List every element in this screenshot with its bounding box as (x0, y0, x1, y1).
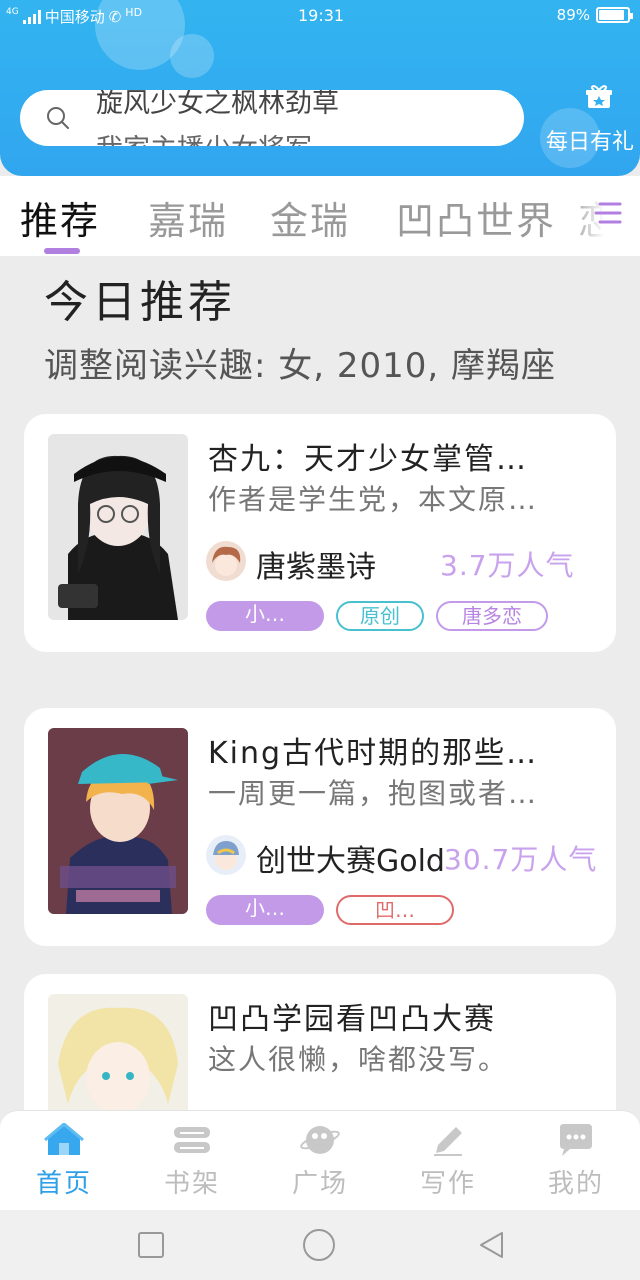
tag[interactable]: 凹… (336, 895, 454, 925)
book-title[interactable]: 凹凸学园看凹凸大赛 (208, 994, 600, 1038)
book-desc: 作者是学生党，本文原… (208, 483, 539, 516)
tab-recommend[interactable]: 推荐 (20, 190, 100, 245)
search-icon (47, 107, 69, 129)
nav-mine[interactable]: 我的 (512, 1111, 640, 1211)
nav-label: 书架 (163, 1169, 220, 1199)
tag[interactable]: 原创 (336, 601, 424, 631)
daily-gift-button[interactable]: 每日有礼 (546, 84, 640, 155)
book-cover (48, 434, 188, 620)
search-hint-next: 我家主播少女将军 (96, 136, 312, 146)
nav-label: 我的 (547, 1169, 604, 1199)
chat-bubble-icon (560, 1124, 592, 1156)
signal-icon (22, 9, 41, 24)
bottom-navigation: 首页 书架 广场 写作 我的 (0, 1110, 640, 1210)
battery-percent: 89% (556, 6, 590, 24)
active-tab-indicator (44, 248, 80, 254)
recent-apps-icon[interactable] (136, 1230, 166, 1260)
book-card[interactable]: 杏九：天才少女掌管… 作者是学生党，本文原… 唐紫墨诗 3.7万人气 小… 原创… (24, 414, 616, 652)
tab-menu-button[interactable] (580, 194, 640, 244)
menu-icon (594, 202, 622, 224)
search-bar[interactable]: 旋风少女之枫林劲草 我家主播少女将军 (20, 90, 524, 146)
book-title[interactable]: 杏九：天才少女掌管… (208, 434, 600, 478)
author-avatar[interactable] (206, 541, 246, 581)
battery-icon (596, 7, 633, 23)
tab-jinrui[interactable]: 金瑞 (270, 190, 350, 245)
section-title: 今日推荐 (44, 277, 236, 328)
call-icon: ✆ (108, 7, 122, 26)
reading-interest-link[interactable]: 调整阅读兴趣: 女, 2010, 摩羯座 (44, 338, 556, 387)
bookshelf-icon (174, 1127, 210, 1153)
book-cover (48, 728, 188, 914)
category-tabs: 推荐 嘉瑞 金瑞 凹凸世界 恋 (0, 176, 640, 256)
author-name[interactable]: 唐紫墨诗 (256, 542, 376, 586)
nav-home[interactable]: 首页 (0, 1111, 128, 1211)
network-type: 4G (6, 6, 19, 17)
tag[interactable]: 小… (206, 895, 324, 925)
home-icon (44, 1123, 84, 1155)
popularity-count: 30.7万人气 (444, 843, 598, 876)
book-card[interactable]: King古代时期的那些… 一周更一篇，抱图或者… 创世大赛Gold 30.7万人… (24, 708, 616, 946)
status-bar: 4G 中国移动 ✆ HD 19:31 89% (0, 0, 640, 32)
popularity-count: 3.7万人气 (440, 549, 575, 582)
nav-label: 首页 (35, 1169, 92, 1199)
nav-label: 写作 (419, 1169, 476, 1199)
tab-jiarui[interactable]: 嘉瑞 (148, 190, 228, 245)
gift-label: 每日有礼 (546, 130, 635, 155)
tag[interactable]: 唐多恋 (436, 601, 548, 631)
top-header: 4G 中国移动 ✆ HD 19:31 89% 旋风少女之枫林劲草 我家主播少女将… (0, 0, 640, 176)
author-name[interactable]: 创世大赛Gold (256, 836, 445, 880)
nav-label: 广场 (291, 1169, 348, 1199)
pen-icon (434, 1127, 462, 1156)
nav-write[interactable]: 写作 (384, 1111, 512, 1211)
nav-bookshelf[interactable]: 书架 (128, 1111, 256, 1211)
clock: 19:31 (298, 6, 345, 25)
hd-badge: HD (125, 6, 143, 19)
home-circle-icon[interactable] (302, 1228, 336, 1262)
author-avatar[interactable] (206, 835, 246, 875)
planet-icon (300, 1126, 340, 1154)
book-title[interactable]: King古代时期的那些… (208, 728, 600, 772)
tab-aotu-world[interactable]: 凹凸世界 (396, 190, 556, 245)
tag[interactable]: 小… (206, 601, 324, 631)
system-navigation-bar (0, 1210, 640, 1280)
nav-square[interactable]: 广场 (256, 1111, 384, 1211)
back-icon[interactable] (476, 1230, 506, 1260)
search-hint: 旋风少女之枫林劲草 (96, 90, 339, 119)
book-desc: 一周更一篇，抱图或者… (208, 777, 539, 810)
book-desc: 这人很懒，啥都没写。 (208, 1043, 509, 1076)
carrier-name: 中国移动 (44, 8, 105, 26)
gift-icon (586, 85, 612, 108)
